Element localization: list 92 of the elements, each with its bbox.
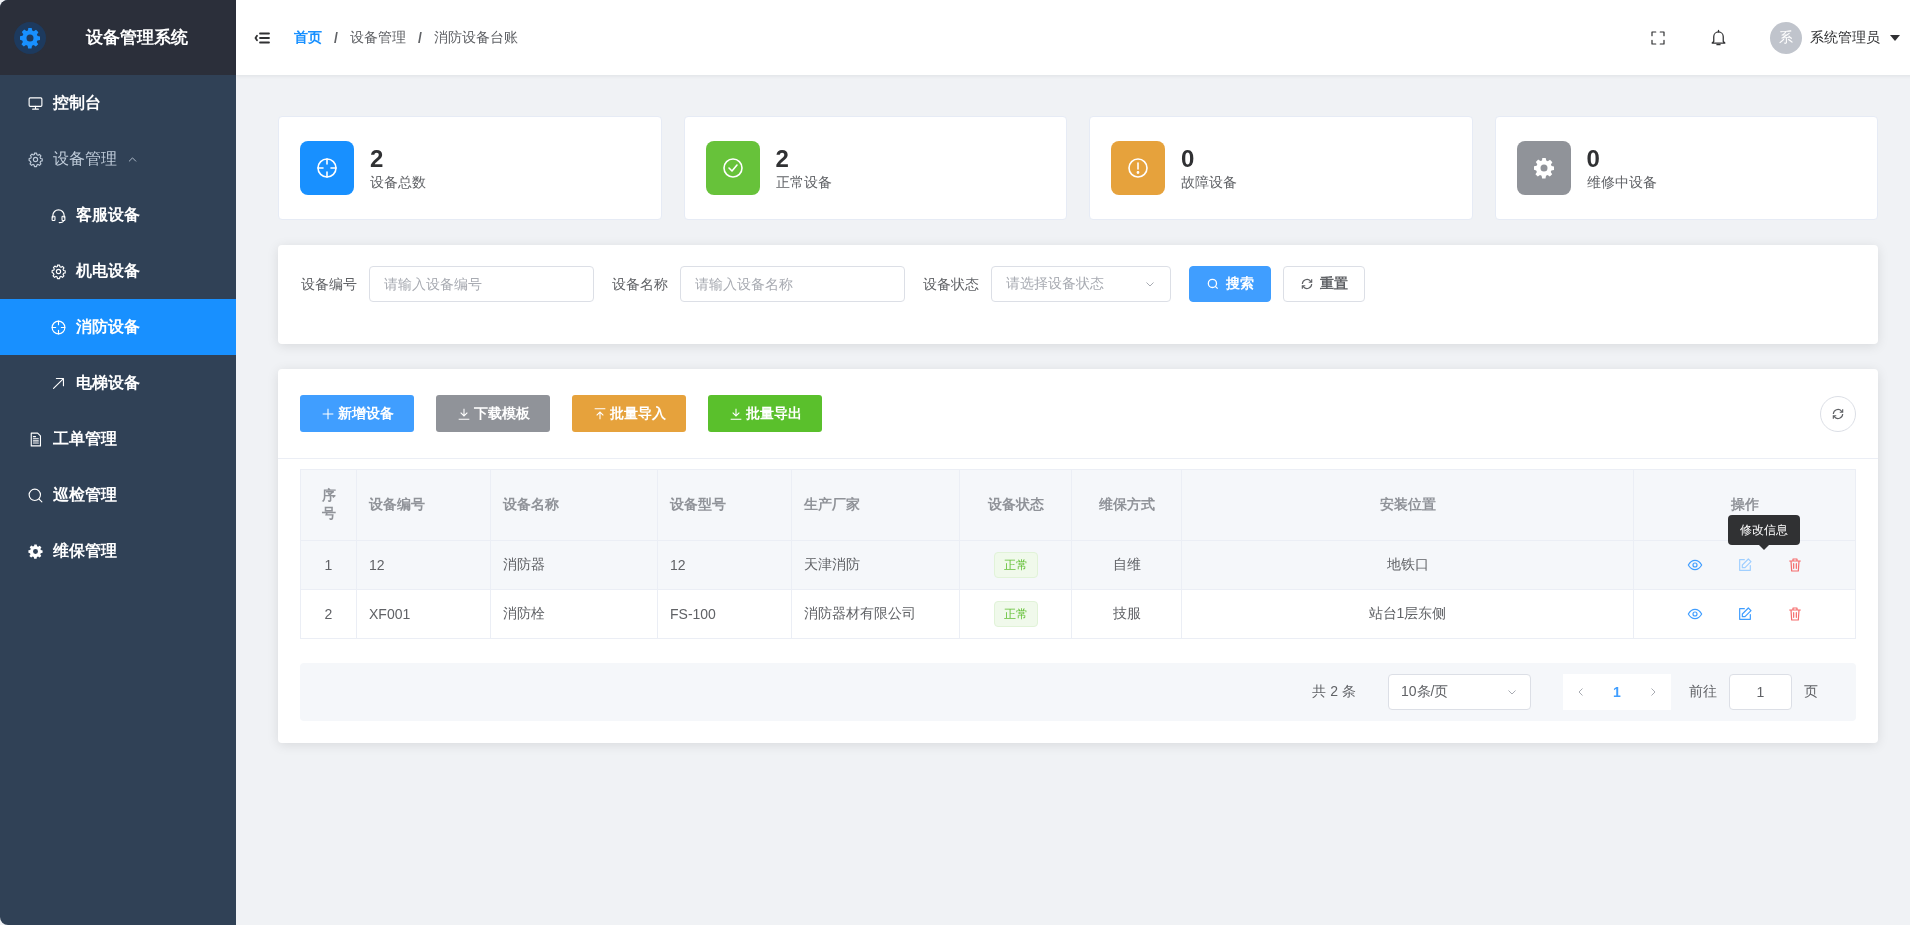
sidebar-item[interactable]: 巡检管理	[0, 467, 236, 523]
sidebar-item[interactable]: 维保管理	[0, 523, 236, 579]
stat-label: 设备总数	[370, 174, 426, 192]
table-cell: 消防栓	[503, 605, 545, 621]
delete-button[interactable]	[1786, 606, 1803, 622]
table-cell: 地铁口	[1386, 556, 1429, 572]
logo-icon	[14, 21, 46, 54]
breadcrumb-item[interactable]: 首页	[294, 28, 322, 47]
table-cell: 自维	[1112, 556, 1141, 572]
column-header: 设备编号	[356, 469, 491, 541]
stat-value: 0	[1181, 144, 1196, 174]
caret-icon[interactable]	[1890, 34, 1900, 41]
delete-button[interactable]	[1786, 557, 1803, 573]
gear-icon	[50, 262, 67, 280]
tooltip: 修改信息	[1728, 515, 1800, 550]
total-count: 共 2 条	[1312, 683, 1356, 701]
table-cell: 消防器材有限公司	[804, 605, 916, 621]
headset-icon	[50, 206, 67, 224]
warning-icon	[1126, 156, 1150, 180]
table-cell: 技服	[1112, 605, 1141, 621]
refresh-icon	[1831, 406, 1845, 421]
page-input[interactable]: 1	[1729, 674, 1792, 710]
check-circle-icon	[720, 156, 745, 180]
edit-icon	[1736, 606, 1753, 622]
column-header: 维保方式	[1071, 469, 1182, 541]
table-cell: 12	[670, 557, 686, 573]
stat-value: 2	[370, 144, 385, 174]
table-cell: 12	[369, 557, 385, 573]
edit-button[interactable]	[1736, 557, 1753, 573]
gear-icon	[27, 150, 44, 168]
gear-icon	[27, 542, 44, 560]
refresh-icon	[1300, 277, 1314, 291]
breadcrumb-item: 设备管理	[349, 28, 406, 47]
sidebar-item[interactable]: 工单管理	[0, 411, 236, 467]
search-icon	[27, 486, 44, 504]
edit-button[interactable]	[1736, 606, 1753, 622]
trash-icon	[1786, 606, 1803, 622]
sidebar-item[interactable]: 电梯设备	[0, 355, 236, 411]
upload-icon	[592, 405, 608, 422]
stat-value: 2	[775, 144, 790, 174]
breadcrumb-separator: /	[417, 29, 422, 46]
edit-icon	[1736, 557, 1753, 573]
table-cell: 站台1层东侧	[1368, 605, 1447, 621]
sidebar-item[interactable]: 设备管理	[0, 131, 236, 187]
input-field[interactable]: 请输入设备编号	[369, 266, 594, 302]
bell-icon	[1709, 28, 1728, 47]
page-suffix: 页	[1804, 683, 1818, 701]
column-header: 设备型号	[657, 469, 792, 541]
column-header: 安装位置	[1181, 469, 1634, 541]
app-title: 设备管理系统	[86, 27, 188, 49]
table-cell: XF001	[369, 606, 411, 622]
table-cell: 消防器	[503, 556, 545, 572]
fullscreen-icon	[1649, 28, 1667, 47]
refresh-button[interactable]	[1820, 395, 1856, 432]
page-size-select[interactable]: 10条/页	[1388, 674, 1531, 710]
eye-icon	[1686, 557, 1703, 573]
status-tag: 正常	[993, 601, 1038, 627]
breadcrumb-separator: /	[334, 29, 338, 46]
breadcrumb-item: 消防设备台账	[433, 28, 518, 47]
field-label: 设备状态	[923, 275, 979, 294]
monitor-icon	[27, 94, 44, 112]
column-header: 设备状态	[959, 469, 1072, 541]
stat-label: 正常设备	[775, 174, 832, 192]
input-field[interactable]: 请输入设备名称	[680, 266, 905, 302]
column-header: 生产厂家	[791, 469, 960, 541]
table-cell: FS-100	[670, 606, 716, 622]
reset-button[interactable]: 重置	[1283, 266, 1365, 302]
crosshair-icon	[315, 156, 339, 180]
field-label: 设备名称	[612, 275, 668, 294]
table-cell: 2	[324, 606, 333, 622]
crosshair-icon	[50, 318, 67, 336]
search-icon	[1206, 277, 1220, 291]
table-cell: 天津消防	[804, 556, 860, 572]
stat-label: 维修中设备	[1586, 174, 1657, 192]
view-button[interactable]	[1686, 606, 1703, 622]
field-label: 设备编号	[301, 275, 357, 294]
stat-value: 0	[1586, 144, 1601, 174]
table-cell: 1	[324, 557, 333, 573]
sidebar-item[interactable]: 客服设备	[0, 187, 236, 243]
sidebar-item[interactable]: 控制台	[0, 75, 236, 131]
stat-label: 故障设备	[1181, 174, 1237, 192]
gear-icon	[1531, 156, 1556, 180]
goto-label: 前往	[1689, 683, 1717, 701]
sidebar-item[interactable]: 机电设备	[0, 243, 236, 299]
sidebar-item[interactable]: 消防设备	[0, 299, 236, 355]
column-header: 序号	[300, 469, 357, 541]
user-name[interactable]: 系统管理员	[1810, 28, 1880, 47]
trash-icon	[1786, 557, 1803, 573]
column-header: 设备名称	[490, 469, 658, 541]
eye-icon	[1686, 606, 1703, 622]
view-button[interactable]	[1686, 557, 1703, 573]
status-tag: 正常	[993, 552, 1038, 578]
